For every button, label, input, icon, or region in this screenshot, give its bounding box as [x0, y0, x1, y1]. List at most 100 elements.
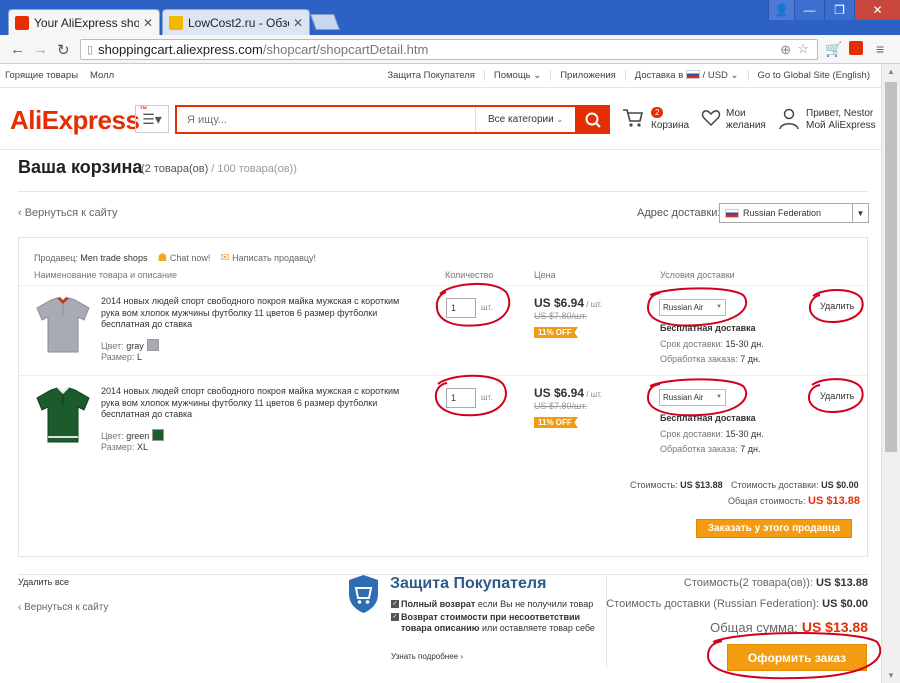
reload-icon[interactable]: ↻: [57, 41, 70, 59]
quantity-unit: шт.: [481, 393, 493, 402]
delete-item-link[interactable]: Удалить: [820, 301, 854, 311]
aliexpress-extension-icon[interactable]: [849, 41, 863, 55]
seller-name[interactable]: Men trade shops: [80, 253, 147, 263]
column-header-shipping: Условия доставки: [660, 270, 735, 280]
shipping-cost-value: US $0.00: [821, 480, 859, 490]
tab-lowcost[interactable]: LowCost2.ru - Обзор ✕: [162, 9, 310, 35]
aliexpress-logo[interactable]: AliExpress™: [10, 105, 147, 136]
cart-item: 2014 новых людей спорт свободного покроя…: [19, 375, 867, 465]
close-tab-icon[interactable]: ✕: [143, 16, 153, 30]
shipping-method-value: Russian Air: [663, 303, 704, 312]
delivery-time: Срок доставки: 15-30 дн.: [660, 429, 764, 439]
logo-text: AliExpress: [10, 105, 140, 135]
shipping-method-select[interactable]: Russian Air ▼: [659, 299, 726, 316]
apps-link[interactable]: Приложения: [550, 70, 625, 81]
cart-count-current: (2 товара(ов): [141, 163, 209, 175]
product-image-green-polo[interactable]: [33, 386, 93, 444]
russia-flag-icon: [685, 70, 700, 79]
url-path: /shopcart/shopcartDetail.htm: [262, 42, 429, 57]
mall-link[interactable]: Молл: [90, 70, 114, 81]
window-controls: 👤 — ❐ ✕: [768, 0, 900, 20]
color-value: gray: [126, 341, 144, 351]
quantity-input[interactable]: 1: [446, 298, 476, 318]
browser-tab-bar: Your AliExpress shop ✕ LowCost2.ru - Обз…: [0, 0, 900, 35]
message-seller-link[interactable]: ✉ Написать продавцу!: [220, 251, 316, 264]
price-unit: / шт.: [584, 390, 603, 399]
new-tab-button[interactable]: [310, 14, 340, 30]
close-window-button[interactable]: ✕: [854, 0, 900, 20]
user-profile-icon[interactable]: 👤: [768, 0, 794, 20]
scroll-down-icon[interactable]: ▼: [887, 671, 895, 680]
learn-more-link[interactable]: Узнать подробнее ›: [391, 652, 463, 661]
item-price: US $6.94 / шт.: [534, 386, 602, 400]
buyer-protection-list: ✓ Полный возврат если Вы не получили това…: [391, 599, 601, 636]
delivery-label: Срок доставки:: [660, 429, 723, 439]
dropdown-arrow-icon: ▼: [716, 394, 722, 400]
product-title-link[interactable]: 2014 новых людей спорт свободного покроя…: [101, 296, 411, 331]
seller-total-value: US $13.88: [808, 495, 860, 507]
help-label: Помощь: [493, 70, 531, 81]
shipping-method-select[interactable]: Russian Air ▼: [659, 389, 726, 406]
bookmark-star-icon[interactable]: ☆: [797, 41, 809, 57]
tab-aliexpress[interactable]: Your AliExpress shop ✕: [8, 9, 160, 35]
discount-badge: 11% OFF: [534, 417, 578, 428]
forward-arrow-icon[interactable]: →: [33, 41, 48, 58]
back-to-site-link[interactable]: ‹ Вернуться к сайту: [18, 207, 117, 219]
search-category-label: Все категории: [488, 114, 554, 125]
maximize-button[interactable]: ❐: [824, 0, 854, 20]
categories-menu-button[interactable]: ☰▾: [135, 105, 169, 133]
processing-value: 7 дн.: [740, 444, 761, 454]
color-value: green: [126, 431, 150, 441]
ship-to-menu[interactable]: Доставка в / USD ⌄: [624, 70, 748, 81]
cart-item: 2014 новых людей спорт свободного покроя…: [19, 285, 867, 375]
wishlist-link[interactable]: Мои желания: [701, 108, 771, 138]
search-category-select[interactable]: Все категории ⌄: [475, 107, 575, 132]
search-input[interactable]: [177, 107, 477, 132]
processing-label: Обработка заказа:: [660, 444, 738, 454]
hot-deals-link[interactable]: Горящие товары: [5, 70, 78, 81]
help-menu[interactable]: Помощь ⌄: [483, 70, 550, 81]
grand-total: Общая сумма: US $13.88: [710, 619, 868, 635]
quantity-input[interactable]: 1: [446, 388, 476, 408]
product-image-gray-polo[interactable]: [33, 296, 93, 354]
back-to-site-link-bottom[interactable]: ‹ Вернуться к сайту: [18, 602, 108, 613]
shipping-address-value: Russian Federation: [743, 208, 822, 218]
checkbox-icon: ✓: [391, 613, 399, 621]
checkout-button[interactable]: Оформить заказ: [727, 644, 867, 671]
size-value: XL: [136, 442, 148, 452]
size-value: L: [136, 352, 142, 362]
chat-now-link[interactable]: ☗ Chat now!: [157, 251, 210, 264]
seller-subtotal: Стоимость: US $13.88: [630, 480, 723, 490]
cart-label: Корзина: [651, 120, 690, 131]
scrollbar-thumb[interactable]: [885, 82, 897, 452]
page-scrollbar[interactable]: ▲ ▼: [881, 64, 900, 683]
heart-icon: [701, 110, 721, 127]
zoom-icon[interactable]: ⊕: [780, 42, 791, 58]
address-bar[interactable]: ▯ shoppingcart.aliexpress.com/shopcart/s…: [80, 39, 818, 60]
buyer-protection-link[interactable]: Защита Покупателя: [378, 70, 484, 81]
product-size: Размер: L: [101, 352, 142, 362]
shipping-cost-label: Стоимость доставки:: [731, 480, 819, 490]
back-arrow-icon[interactable]: ←: [10, 41, 25, 58]
scroll-up-icon[interactable]: ▲: [887, 67, 895, 76]
hamburger-icon: ☰▾: [142, 110, 162, 127]
cart-link[interactable]: 2 Корзина: [622, 107, 692, 138]
dropdown-arrow-icon: ▼: [852, 204, 868, 222]
account-link[interactable]: Привет, Nestor Мой AliExpress: [779, 108, 879, 138]
seller-shipping-cost: Стоимость доставки: US $0.00: [731, 480, 859, 490]
order-from-seller-button[interactable]: Заказать у этого продавца: [696, 519, 852, 538]
cart-extension-icon[interactable]: 🛒: [825, 41, 842, 58]
delete-item-link[interactable]: Удалить: [820, 391, 854, 401]
currency-label: USD: [707, 70, 728, 81]
minimize-button[interactable]: —: [794, 0, 824, 20]
page: Горящие товары Молл Защита Покупателя По…: [0, 64, 881, 683]
close-tab-icon[interactable]: ✕: [293, 16, 303, 30]
delete-all-link[interactable]: Удалить все: [18, 577, 69, 587]
site-header: AliExpress™ ☰▾ Все категории ⌄ 2 Корзина…: [0, 88, 881, 150]
product-title-link[interactable]: 2014 новых людей спорт свободного покроя…: [101, 386, 411, 421]
search-button[interactable]: [575, 105, 610, 134]
menu-icon[interactable]: ≡: [876, 41, 884, 57]
shipping-address-select[interactable]: Russian Federation ▼: [719, 203, 869, 223]
global-site-link[interactable]: Go to Global Site (English): [747, 70, 879, 81]
lowcost-favicon-icon: [169, 15, 183, 30]
